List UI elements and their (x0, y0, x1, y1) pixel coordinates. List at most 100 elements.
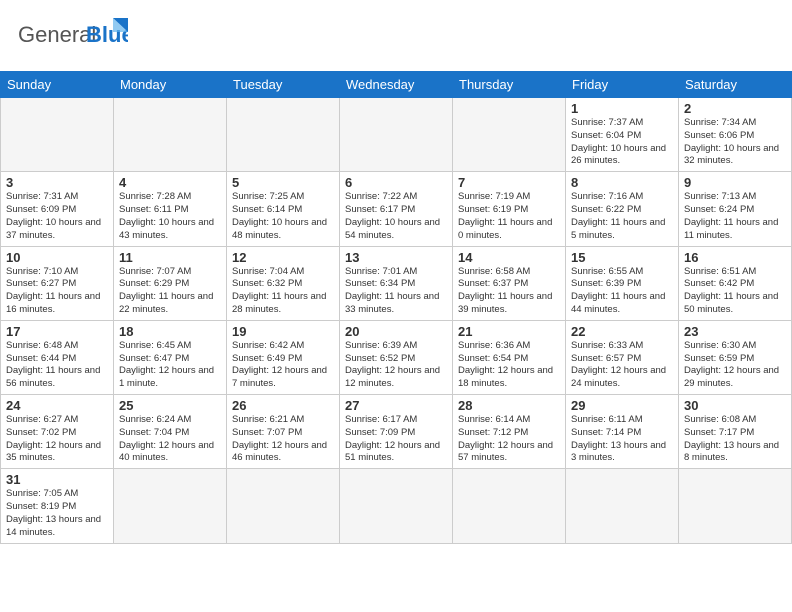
day-info: Sunrise: 6:11 AM Sunset: 7:14 PM Dayligh… (571, 414, 673, 465)
day-info: Sunrise: 6:14 AM Sunset: 7:12 PM Dayligh… (458, 414, 560, 465)
calendar-week-row: 24Sunrise: 6:27 AM Sunset: 7:02 PM Dayli… (1, 395, 792, 469)
calendar-cell (114, 98, 227, 172)
day-info: Sunrise: 7:10 AM Sunset: 6:27 PM Dayligh… (6, 266, 108, 317)
day-number: 16 (684, 250, 786, 265)
day-number: 6 (345, 175, 447, 190)
day-info: Sunrise: 7:04 AM Sunset: 6:32 PM Dayligh… (232, 266, 334, 317)
calendar-cell: 17Sunrise: 6:48 AM Sunset: 6:44 PM Dayli… (1, 320, 114, 394)
calendar-cell: 13Sunrise: 7:01 AM Sunset: 6:34 PM Dayli… (340, 246, 453, 320)
day-info: Sunrise: 6:08 AM Sunset: 7:17 PM Dayligh… (684, 414, 786, 465)
day-number: 17 (6, 324, 108, 339)
day-info: Sunrise: 7:07 AM Sunset: 6:29 PM Dayligh… (119, 266, 221, 317)
day-number: 24 (6, 398, 108, 413)
calendar-cell: 3Sunrise: 7:31 AM Sunset: 6:09 PM Daylig… (1, 172, 114, 246)
day-number: 12 (232, 250, 334, 265)
calendar-cell: 22Sunrise: 6:33 AM Sunset: 6:57 PM Dayli… (566, 320, 679, 394)
calendar-cell: 15Sunrise: 6:55 AM Sunset: 6:39 PM Dayli… (566, 246, 679, 320)
calendar-cell: 16Sunrise: 6:51 AM Sunset: 6:42 PM Dayli… (679, 246, 792, 320)
calendar-cell (1, 98, 114, 172)
day-number: 15 (571, 250, 673, 265)
calendar-cell: 2Sunrise: 7:34 AM Sunset: 6:06 PM Daylig… (679, 98, 792, 172)
calendar-cell (340, 469, 453, 543)
calendar-cell: 9Sunrise: 7:13 AM Sunset: 6:24 PM Daylig… (679, 172, 792, 246)
calendar-cell: 28Sunrise: 6:14 AM Sunset: 7:12 PM Dayli… (453, 395, 566, 469)
calendar-cell (227, 469, 340, 543)
day-number: 1 (571, 101, 673, 116)
col-header-wednesday: Wednesday (340, 72, 453, 98)
day-info: Sunrise: 6:55 AM Sunset: 6:39 PM Dayligh… (571, 266, 673, 317)
col-header-thursday: Thursday (453, 72, 566, 98)
calendar-cell: 10Sunrise: 7:10 AM Sunset: 6:27 PM Dayli… (1, 246, 114, 320)
calendar-cell (453, 469, 566, 543)
day-info: Sunrise: 7:19 AM Sunset: 6:19 PM Dayligh… (458, 191, 560, 242)
calendar-cell: 24Sunrise: 6:27 AM Sunset: 7:02 PM Dayli… (1, 395, 114, 469)
day-number: 5 (232, 175, 334, 190)
day-number: 22 (571, 324, 673, 339)
day-info: Sunrise: 6:45 AM Sunset: 6:47 PM Dayligh… (119, 340, 221, 391)
col-header-saturday: Saturday (679, 72, 792, 98)
calendar-week-row: 17Sunrise: 6:48 AM Sunset: 6:44 PM Dayli… (1, 320, 792, 394)
day-number: 19 (232, 324, 334, 339)
day-info: Sunrise: 6:30 AM Sunset: 6:59 PM Dayligh… (684, 340, 786, 391)
day-number: 25 (119, 398, 221, 413)
calendar-cell: 30Sunrise: 6:08 AM Sunset: 7:17 PM Dayli… (679, 395, 792, 469)
day-info: Sunrise: 6:36 AM Sunset: 6:54 PM Dayligh… (458, 340, 560, 391)
day-number: 31 (6, 472, 108, 487)
day-number: 27 (345, 398, 447, 413)
calendar-cell: 4Sunrise: 7:28 AM Sunset: 6:11 PM Daylig… (114, 172, 227, 246)
day-number: 26 (232, 398, 334, 413)
day-info: Sunrise: 6:27 AM Sunset: 7:02 PM Dayligh… (6, 414, 108, 465)
col-header-tuesday: Tuesday (227, 72, 340, 98)
day-info: Sunrise: 7:16 AM Sunset: 6:22 PM Dayligh… (571, 191, 673, 242)
calendar-cell: 18Sunrise: 6:45 AM Sunset: 6:47 PM Dayli… (114, 320, 227, 394)
col-header-sunday: Sunday (1, 72, 114, 98)
day-info: Sunrise: 7:34 AM Sunset: 6:06 PM Dayligh… (684, 117, 786, 168)
day-info: Sunrise: 7:13 AM Sunset: 6:24 PM Dayligh… (684, 191, 786, 242)
calendar-cell: 23Sunrise: 6:30 AM Sunset: 6:59 PM Dayli… (679, 320, 792, 394)
day-number: 3 (6, 175, 108, 190)
calendar-week-row: 10Sunrise: 7:10 AM Sunset: 6:27 PM Dayli… (1, 246, 792, 320)
day-info: Sunrise: 7:37 AM Sunset: 6:04 PM Dayligh… (571, 117, 673, 168)
calendar-cell: 21Sunrise: 6:36 AM Sunset: 6:54 PM Dayli… (453, 320, 566, 394)
calendar-cell (227, 98, 340, 172)
day-number: 7 (458, 175, 560, 190)
day-number: 9 (684, 175, 786, 190)
calendar-cell: 20Sunrise: 6:39 AM Sunset: 6:52 PM Dayli… (340, 320, 453, 394)
day-number: 10 (6, 250, 108, 265)
col-header-friday: Friday (566, 72, 679, 98)
day-number: 11 (119, 250, 221, 265)
day-info: Sunrise: 6:39 AM Sunset: 6:52 PM Dayligh… (345, 340, 447, 391)
day-number: 20 (345, 324, 447, 339)
day-info: Sunrise: 6:58 AM Sunset: 6:37 PM Dayligh… (458, 266, 560, 317)
calendar-header-row: SundayMondayTuesdayWednesdayThursdayFrid… (1, 72, 792, 98)
day-number: 29 (571, 398, 673, 413)
day-info: Sunrise: 6:24 AM Sunset: 7:04 PM Dayligh… (119, 414, 221, 465)
calendar-week-row: 1Sunrise: 7:37 AM Sunset: 6:04 PM Daylig… (1, 98, 792, 172)
svg-text:General: General (18, 22, 96, 47)
calendar-week-row: 31Sunrise: 7:05 AM Sunset: 8:19 PM Dayli… (1, 469, 792, 543)
calendar-cell: 12Sunrise: 7:04 AM Sunset: 6:32 PM Dayli… (227, 246, 340, 320)
day-info: Sunrise: 7:25 AM Sunset: 6:14 PM Dayligh… (232, 191, 334, 242)
header: General Blue (0, 0, 792, 67)
day-info: Sunrise: 6:48 AM Sunset: 6:44 PM Dayligh… (6, 340, 108, 391)
calendar-table: SundayMondayTuesdayWednesdayThursdayFrid… (0, 71, 792, 544)
col-header-monday: Monday (114, 72, 227, 98)
calendar-cell: 19Sunrise: 6:42 AM Sunset: 6:49 PM Dayli… (227, 320, 340, 394)
day-number: 13 (345, 250, 447, 265)
day-info: Sunrise: 6:33 AM Sunset: 6:57 PM Dayligh… (571, 340, 673, 391)
calendar-week-row: 3Sunrise: 7:31 AM Sunset: 6:09 PM Daylig… (1, 172, 792, 246)
day-number: 2 (684, 101, 786, 116)
calendar-cell: 31Sunrise: 7:05 AM Sunset: 8:19 PM Dayli… (1, 469, 114, 543)
day-number: 14 (458, 250, 560, 265)
logo-text: General Blue (18, 14, 128, 61)
day-number: 18 (119, 324, 221, 339)
day-info: Sunrise: 7:05 AM Sunset: 8:19 PM Dayligh… (6, 488, 108, 539)
logo: General Blue (18, 14, 128, 61)
calendar-cell: 14Sunrise: 6:58 AM Sunset: 6:37 PM Dayli… (453, 246, 566, 320)
calendar-cell (679, 469, 792, 543)
page: General Blue SundayMondayTuesdayWednesda… (0, 0, 792, 612)
calendar-cell: 1Sunrise: 7:37 AM Sunset: 6:04 PM Daylig… (566, 98, 679, 172)
day-info: Sunrise: 7:01 AM Sunset: 6:34 PM Dayligh… (345, 266, 447, 317)
calendar-cell (340, 98, 453, 172)
day-info: Sunrise: 7:31 AM Sunset: 6:09 PM Dayligh… (6, 191, 108, 242)
